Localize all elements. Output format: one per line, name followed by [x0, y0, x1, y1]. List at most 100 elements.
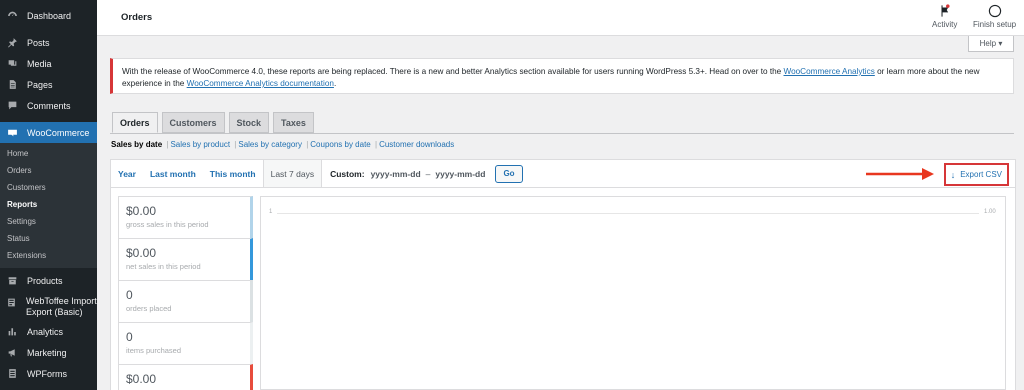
legend-orders-placed[interactable]: 0 orders placed [118, 280, 253, 322]
sidebar-item-label: Posts [27, 37, 50, 48]
sidebar-item-label: Dashboard [27, 10, 72, 21]
tab-orders[interactable]: Orders [112, 112, 158, 133]
submenu-home[interactable]: Home [0, 145, 97, 162]
range-this-month[interactable]: This month [203, 160, 263, 187]
subnav-sales-by-product[interactable]: Sales by product [170, 140, 230, 149]
export-csv-button[interactable]: ↓ Export CSV [943, 163, 1009, 186]
media-icon [6, 58, 18, 70]
end-date-input[interactable]: yyyy-mm-dd [435, 169, 485, 179]
report-subnav: Sales by date | Sales by product | Sales b… [111, 140, 454, 149]
download-icon: ↓ [950, 169, 956, 180]
woocommerce-submenu: Home Orders Customers Reports Settings S… [0, 143, 97, 268]
sidebar-item-marketing[interactable]: Marketing [0, 342, 97, 363]
finish-setup-label: Finish setup [973, 20, 1017, 29]
sidebar-item-label: Comments [27, 100, 71, 111]
subnav-separator: | [306, 140, 309, 149]
admin-sidebar: Dashboard Posts Media Pages Comments Woo… [0, 0, 97, 390]
sidebar-item-dashboard[interactable]: Dashboard [0, 5, 97, 26]
submenu-settings[interactable]: Settings [0, 213, 97, 230]
form-icon [6, 368, 18, 380]
sidebar-item-label: Media [27, 58, 52, 69]
legend-value: 0 [126, 288, 133, 302]
submenu-customers[interactable]: Customers [0, 179, 97, 196]
chart-gridline [277, 213, 979, 214]
range-last-7-days[interactable]: Last 7 days [262, 160, 323, 187]
start-date-input[interactable]: yyyy-mm-dd [371, 169, 421, 179]
submenu-extensions[interactable]: Extensions [0, 247, 97, 264]
notice-text: With the release of WooCommerce 4.0, the… [122, 67, 784, 76]
sidebar-item-comments[interactable]: Comments [0, 95, 97, 116]
subnav-sales-by-category[interactable]: Sales by category [238, 140, 302, 149]
megaphone-icon [6, 347, 18, 359]
custom-label: Custom: [330, 168, 365, 179]
sidebar-item-label: WooCommerce [27, 127, 90, 138]
sidebar-item-posts[interactable]: Posts [0, 32, 97, 53]
notice-text: . [333, 79, 337, 88]
sidebar-item-label: WPForms [27, 368, 67, 379]
import-export-icon [6, 296, 17, 308]
legend-refunds[interactable]: $0.00 [118, 364, 253, 390]
go-button[interactable]: Go [495, 164, 523, 183]
activity-button[interactable]: Activity [932, 4, 957, 29]
analytics-notice: With the release of WooCommerce 4.0, the… [110, 58, 1014, 94]
legend-items-purchased[interactable]: 0 items purchased [118, 322, 253, 364]
legend-label: orders placed [126, 304, 172, 313]
tab-customers[interactable]: Customers [161, 112, 225, 133]
sidebar-item-webtoffee[interactable]: WebToffee Import Export (Basic) [0, 291, 97, 321]
tab-stock[interactable]: Stock [228, 112, 270, 133]
activity-label: Activity [932, 20, 958, 29]
page-title: Orders [121, 12, 153, 23]
analytics-link[interactable]: WooCommerce Analytics [784, 67, 875, 76]
chart-tick-right: 1.00 [984, 209, 996, 215]
date-dash: – [425, 168, 431, 179]
submenu-orders[interactable]: Orders [0, 162, 97, 179]
subnav-separator: | [166, 140, 169, 149]
bar-chart-icon [6, 326, 18, 338]
top-header: Orders Activity Finish setup [97, 0, 1024, 36]
woo-icon [6, 127, 18, 139]
tabs-divider [110, 133, 1014, 134]
finish-setup-button[interactable]: Finish setup [973, 4, 1016, 29]
sidebar-item-label: Analytics [27, 326, 64, 337]
subnav-separator: | [234, 140, 237, 149]
legend-net-sales[interactable]: $0.00 net sales in this period [118, 238, 253, 280]
comment-icon [6, 100, 18, 112]
sales-chart [260, 196, 1006, 390]
chart-tick-left: 1 [269, 209, 273, 215]
subnav-coupons-by-date[interactable]: Coupons by date [310, 140, 371, 149]
legend-gross-sales[interactable]: $0.00 gross sales in this period [118, 196, 253, 238]
legend-label: net sales in this period [126, 262, 201, 271]
subnav-customer-downloads[interactable]: Customer downloads [379, 140, 454, 149]
range-last-month[interactable]: Last month [143, 160, 203, 187]
sidebar-item-label: Pages [27, 79, 53, 90]
submenu-status[interactable]: Status [0, 230, 97, 247]
sidebar-item-woocommerce[interactable]: WooCommerce [0, 122, 97, 143]
box-icon [6, 275, 18, 287]
progress-circle-icon [988, 4, 1001, 18]
report-tabs: Orders Customers Stock Taxes [112, 112, 318, 133]
legend-label: gross sales in this period [126, 220, 209, 229]
sidebar-item-label: Products [27, 275, 63, 286]
help-tab[interactable]: Help ▾ [968, 36, 1014, 52]
tab-taxes[interactable]: Taxes [273, 112, 314, 133]
submenu-reports[interactable]: Reports [0, 196, 97, 213]
subnav-separator: | [375, 140, 378, 149]
dashboard-icon [6, 10, 18, 22]
legend-label: items purchased [126, 346, 182, 355]
chart-legend: $0.00 gross sales in this period $0.00 n… [118, 196, 253, 390]
legend-value: 0 [126, 330, 133, 344]
legend-value: $0.00 [126, 246, 157, 260]
range-year[interactable]: Year [111, 160, 143, 187]
sidebar-item-media[interactable]: Media [0, 53, 97, 74]
analytics-docs-link[interactable]: WooCommerce Analytics documentation [187, 79, 334, 88]
legend-value: $0.00 [126, 204, 157, 218]
sidebar-item-products[interactable]: Products [0, 270, 97, 291]
sidebar-item-analytics[interactable]: Analytics [0, 321, 97, 342]
sidebar-item-pages[interactable]: Pages [0, 74, 97, 95]
red-arrow-annotation [866, 168, 934, 180]
export-csv-label: Export CSV [960, 170, 1002, 179]
subnav-current: Sales by date [111, 140, 163, 149]
sidebar-item-label: WebToffee Import Export (Basic) [26, 296, 97, 317]
custom-range: Custom: yyyy-mm-dd – yyyy-mm-dd Go [322, 160, 523, 187]
sidebar-item-wpforms[interactable]: WPForms [0, 363, 97, 384]
